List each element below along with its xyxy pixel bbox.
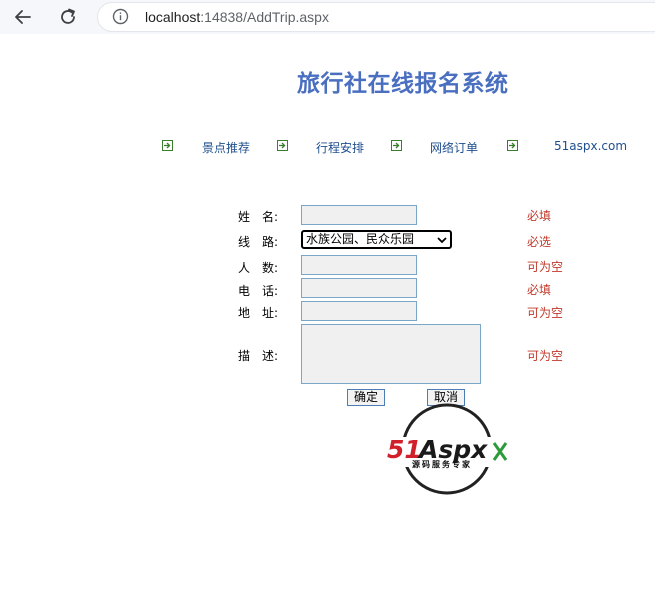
route-label-b: 路:	[262, 235, 279, 249]
nav-link-attractions[interactable]: 景点推荐	[202, 139, 250, 156]
arrow-left-icon	[15, 10, 31, 24]
route-selected-value: 水族公园、民众乐园	[306, 232, 415, 246]
people-input[interactable]	[301, 255, 417, 275]
desc-label-a: 描	[238, 349, 251, 363]
people-label-a: 人	[238, 261, 251, 275]
desc-textarea[interactable]	[301, 324, 481, 384]
confirm-button[interactable]: 确定	[347, 389, 385, 406]
nav-link-51aspx[interactable]: 51aspx.com	[554, 139, 627, 153]
address-label: 地址:	[238, 304, 278, 321]
reload-icon	[61, 8, 75, 24]
desc-label: 描述:	[238, 347, 278, 364]
route-label-a: 线	[238, 235, 251, 249]
logo-tagline: 源码服务专家	[412, 459, 472, 469]
nav-link-itinerary[interactable]: 行程安排	[316, 139, 364, 156]
phone-label-a: 电	[238, 284, 251, 298]
browser-toolbar: localhost:14838/AddTrip.aspx	[0, 0, 655, 34]
phone-hint: 必填	[527, 283, 552, 297]
arrow-right-box-icon	[162, 140, 173, 151]
phone-input[interactable]	[301, 278, 417, 298]
back-button[interactable]	[11, 5, 35, 29]
people-label-b: 数:	[262, 261, 279, 275]
chevron-down-icon	[437, 237, 447, 244]
nav-link-orders[interactable]: 网络订单	[430, 139, 478, 156]
address-hint: 可为空	[527, 306, 564, 320]
desc-hint: 可为空	[527, 349, 564, 363]
logo-graphic: 51 Aspx 源码服务专家	[387, 403, 510, 495]
url-host: localhost	[145, 9, 201, 25]
address-label-b: 址:	[262, 306, 279, 320]
address-label-a: 地	[238, 306, 251, 320]
arrow-right-box-icon	[507, 140, 518, 151]
address-bar[interactable]: localhost:14838/AddTrip.aspx	[98, 3, 655, 31]
route-select[interactable]: 水族公园、民众乐园	[301, 230, 452, 249]
name-input[interactable]	[301, 205, 417, 225]
name-label-b: 名:	[262, 210, 279, 224]
phone-label-b: 话:	[262, 284, 279, 298]
name-label: 姓名:	[238, 208, 278, 225]
arrow-right-box-icon	[277, 140, 288, 151]
page-title: 旅行社在线报名系统	[297, 71, 509, 97]
info-circle-icon[interactable]	[112, 8, 129, 29]
name-hint: 必填	[527, 209, 552, 223]
watermark-logo: 51 Aspx 源码服务专家	[386, 403, 512, 495]
route-hint: 必选	[527, 235, 552, 249]
people-hint: 可为空	[527, 260, 564, 274]
desc-label-b: 述:	[262, 349, 279, 363]
name-label-a: 姓	[238, 210, 251, 224]
reload-button[interactable]	[56, 5, 80, 29]
people-label: 人数:	[238, 259, 278, 276]
arrow-right-box-icon	[391, 140, 402, 151]
url-path: :14838/AddTrip.aspx	[200, 9, 329, 25]
phone-label: 电话:	[238, 282, 278, 299]
address-input[interactable]	[301, 301, 417, 321]
route-label: 线路:	[238, 233, 278, 250]
url-text: localhost:14838/AddTrip.aspx	[145, 9, 329, 25]
